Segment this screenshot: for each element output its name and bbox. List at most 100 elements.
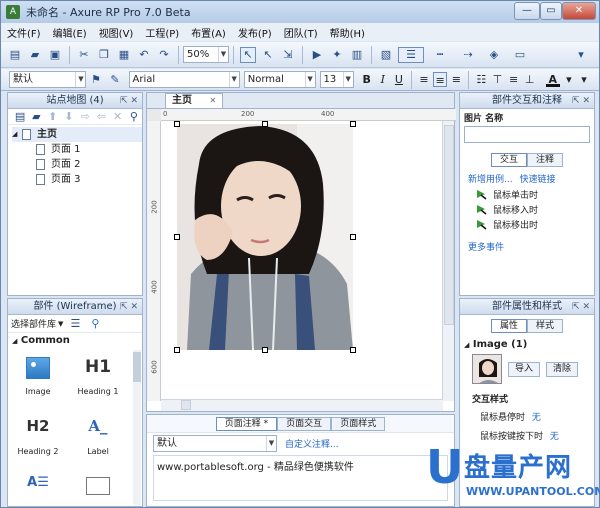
tab-notes[interactable]: 注释 <box>527 153 564 167</box>
undo-icon[interactable]: ↶ <box>136 47 152 63</box>
tab-style[interactable]: 样式 <box>527 319 564 333</box>
select-pointer-icon[interactable]: ↖ <box>240 46 256 63</box>
event-onmouseout[interactable]: 鼠标移出时 <box>476 217 594 232</box>
widget-name-input[interactable] <box>464 126 590 143</box>
tree-page-3[interactable]: 页面 3 <box>12 172 142 187</box>
quick-link[interactable]: 快速链接 <box>519 175 555 185</box>
font-color-button[interactable]: A <box>545 72 560 87</box>
valign-bottom-icon[interactable]: ⊥ <box>523 72 537 87</box>
resize-handle[interactable] <box>174 121 180 127</box>
open-folder-icon[interactable]: ▰ <box>27 47 43 63</box>
cut-icon[interactable]: ✂ <box>76 47 92 63</box>
tab-interactions[interactable]: 交互 <box>490 153 527 167</box>
valign-top-icon[interactable]: ⊤ <box>490 72 504 87</box>
border-style-icon[interactable]: ▧ <box>378 47 394 63</box>
line-style-icon[interactable]: ┅ <box>428 47 452 63</box>
format-painter-icon[interactable]: ✎ <box>107 72 122 88</box>
add-page-icon[interactable]: ▤ <box>14 109 26 125</box>
tab-page-interactions[interactable]: 页面交互 <box>277 416 332 431</box>
library-select[interactable]: 选择部件库 <box>11 317 56 330</box>
connector-select-icon[interactable]: ↖ <box>260 47 276 63</box>
panel-pin-icon[interactable]: ⇱ ✕ <box>120 299 138 315</box>
resize-handle[interactable] <box>350 121 356 127</box>
add-case-link[interactable]: 新增用例... <box>468 175 513 185</box>
resize-handle[interactable] <box>174 347 180 353</box>
widget-label-item[interactable]: A_ Label <box>70 417 126 456</box>
menu-help[interactable]: 帮助(H) <box>324 25 371 40</box>
resize-handle[interactable] <box>262 347 268 353</box>
search-icon[interactable]: ⚲ <box>87 316 103 332</box>
share-icon[interactable]: ✦ <box>329 47 345 63</box>
menu-project[interactable]: 工程(P) <box>139 25 185 40</box>
page-notes-editor[interactable]: www.portablesoft.org - 精品绿色便携软件 <box>153 455 448 501</box>
tree-page-2[interactable]: 页面 2 <box>12 157 142 172</box>
style-row-value[interactable]: 无 <box>532 413 541 423</box>
widget-paragraph[interactable]: A☰ <box>10 475 66 497</box>
bullet-list-icon[interactable]: ☷ <box>474 72 488 87</box>
tree-page-1[interactable]: 页面 1 <box>12 142 142 157</box>
menu-publish[interactable]: 发布(P) <box>232 25 278 40</box>
outdent-icon[interactable]: ⇦ <box>95 109 107 125</box>
event-onmouseenter[interactable]: 鼠标移入时 <box>476 202 594 217</box>
widget-heading-1[interactable]: H1 Heading 1 <box>70 357 126 396</box>
align-right-icon[interactable]: ≡ <box>449 72 463 87</box>
tab-page-notes[interactable]: 页面注释 * <box>215 416 278 431</box>
widget-image[interactable]: Image <box>10 357 66 396</box>
image-section-header[interactable]: ◢ Image (1) <box>460 333 594 352</box>
arrow-style-icon[interactable]: ⇢ <box>456 47 480 63</box>
align-center-icon[interactable]: ≡ <box>433 72 448 87</box>
canvas-horizontal-scrollbar[interactable] <box>161 399 443 411</box>
resize-handle[interactable] <box>350 347 356 353</box>
toolbar-more-icon[interactable]: ▾ <box>573 47 589 63</box>
tab-home[interactable]: 主页 ✕ <box>165 93 224 108</box>
widget-heading-2[interactable]: H2 Heading 2 <box>10 417 66 456</box>
zoom-select[interactable]: 50% ▼ <box>183 46 229 63</box>
line-weight-icon[interactable]: ☰ <box>398 46 424 63</box>
move-down-icon[interactable]: ⬇ <box>63 109 75 125</box>
panel-pin-icon[interactable]: ⇱ ✕ <box>120 93 138 109</box>
move-up-icon[interactable]: ⬆ <box>47 109 59 125</box>
image-widget-photo[interactable] <box>177 124 353 350</box>
canvas-vertical-scrollbar[interactable] <box>442 121 454 401</box>
close-icon[interactable]: ✕ <box>209 96 216 105</box>
menu-edit[interactable]: 编辑(E) <box>47 25 93 40</box>
panel-pin-icon[interactable]: ⇱ ✕ <box>572 299 590 315</box>
fill-color-icon[interactable]: ◈ <box>484 47 504 63</box>
menu-file[interactable]: 文件(F) <box>1 25 47 40</box>
resize-handle[interactable] <box>350 234 356 240</box>
shadow-icon[interactable]: ▭ <box>508 47 532 63</box>
tab-properties[interactable]: 属性 <box>490 319 527 333</box>
more-events-link[interactable]: 更多事件 <box>468 243 504 253</box>
style-editor-icon[interactable]: ⚑ <box>88 72 103 88</box>
align-left-icon[interactable]: ≡ <box>417 72 431 87</box>
copy-icon[interactable]: ❐ <box>96 47 112 63</box>
chevron-down-icon[interactable]: ▼ <box>58 320 63 328</box>
panel-pin-icon[interactable]: ⇱ ✕ <box>572 93 590 109</box>
style-row-hover[interactable]: 鼠标悬停时 无 <box>460 407 594 426</box>
minimize-button[interactable]: — <box>514 2 540 20</box>
custom-notes-link[interactable]: 自定义注释... <box>285 437 339 450</box>
valign-middle-icon[interactable]: ≡ <box>507 72 521 87</box>
notes-field-select[interactable]: 默认 ▼ <box>153 434 277 452</box>
tab-page-style[interactable]: 页面样式 <box>331 416 386 431</box>
design-canvas[interactable] <box>161 121 443 401</box>
menu-view[interactable]: 视图(V) <box>93 25 140 40</box>
indent-icon[interactable]: ⇨ <box>79 109 91 125</box>
scroll-thumb[interactable] <box>133 352 141 382</box>
delete-page-icon[interactable]: ✕ <box>112 109 124 125</box>
import-button[interactable]: 导入 <box>508 361 541 377</box>
preview-icon[interactable]: ▶ <box>309 47 325 63</box>
generate-icon[interactable]: ▥ <box>349 47 365 63</box>
clear-button[interactable]: 清除 <box>546 361 579 377</box>
tree-expand-icon[interactable]: ◢ <box>12 127 22 142</box>
scroll-thumb[interactable] <box>181 400 191 410</box>
style-select[interactable]: 默认 ▼ <box>9 71 87 88</box>
search-icon[interactable]: ⚲ <box>128 109 140 125</box>
resize-handle[interactable] <box>174 234 180 240</box>
add-folder-icon[interactable]: ▰ <box>30 109 42 125</box>
chevron-down-icon[interactable]: ▾ <box>562 72 576 87</box>
underline-button[interactable]: U <box>392 72 406 87</box>
tree-root-home[interactable]: ◢ 主页 <box>12 127 142 142</box>
widget-box[interactable] <box>70 477 126 495</box>
menu-arrange[interactable]: 布置(A) <box>185 25 232 40</box>
